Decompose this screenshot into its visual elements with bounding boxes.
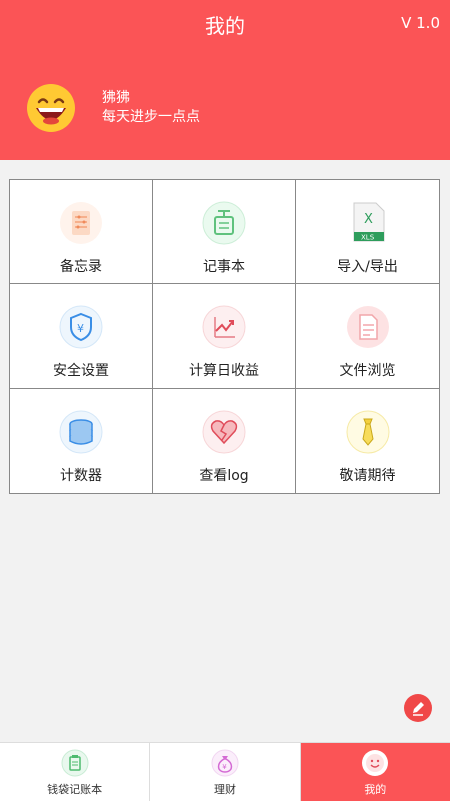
bottom-tab-bar: 钱袋记账本 ¥ 理财 我的	[0, 742, 450, 801]
chart-icon	[202, 305, 246, 349]
grid-item-counter[interactable]: 计数器	[10, 388, 153, 493]
grid-item-label: 记事本	[203, 259, 245, 275]
tab-label: 理财	[213, 783, 236, 796]
header: 我的 V 1.0 狒狒 每天进步一点点	[0, 0, 450, 160]
grid-item-memo[interactable]: 备忘录	[10, 180, 153, 285]
tab-label: 我的	[364, 783, 387, 796]
user-motto: 每天进步一点点	[102, 109, 200, 125]
document-icon	[346, 305, 390, 349]
clipboard-icon	[61, 749, 89, 777]
grid-item-label: 安全设置	[53, 363, 109, 380]
memo-icon	[59, 201, 103, 245]
tab-ledger[interactable]: 钱袋记账本	[0, 743, 151, 801]
grid-item-import-export[interactable]: X XLS 导入/导出	[296, 180, 439, 285]
grid-item-label: 敬请期待	[339, 467, 396, 484]
grid-item-label: 计算日收益	[189, 363, 259, 380]
user-name: 狒狒	[102, 90, 130, 106]
coin-stack-icon	[59, 410, 103, 454]
grid-item-coming-soon[interactable]: 敬请期待	[296, 389, 439, 493]
grid-item-label: 计数器	[60, 467, 102, 484]
edit-pencil-icon	[413, 702, 424, 716]
svg-text:¥: ¥	[77, 322, 84, 335]
svg-text:X: X	[364, 212, 373, 227]
grid-item-security[interactable]: ¥ 安全设置	[10, 284, 153, 389]
grid-item-daily-yield[interactable]: 计算日收益	[153, 284, 296, 389]
grid-item-label: 文件浏览	[339, 363, 396, 380]
tab-finance[interactable]: ¥ 理财	[150, 743, 301, 801]
svg-text:XLS: XLS	[361, 234, 375, 242]
tab-label: 钱袋记账本	[47, 783, 103, 796]
grid-item-label: 导入/导出	[337, 259, 398, 275]
grid-item-notebook[interactable]: 记事本	[153, 180, 296, 285]
money-bag-icon: ¥	[211, 749, 239, 777]
page-title: 我的	[205, 14, 245, 38]
excel-xls-icon: X XLS	[346, 201, 390, 245]
avatar-icon	[361, 749, 389, 777]
feature-grid: 备忘录 记事本 X XLS 导入/导出 ¥ 安全设置 计算日收益 文件浏览 计数…	[9, 179, 440, 494]
smiley-face-icon	[28, 85, 74, 131]
avatar[interactable]	[27, 84, 75, 132]
tab-mine[interactable]: 我的	[300, 743, 450, 801]
tie-icon	[346, 410, 390, 454]
edit-button[interactable]	[404, 694, 432, 722]
grid-item-view-log[interactable]: 查看log	[153, 388, 296, 493]
grid-item-label: 备忘录	[60, 259, 102, 275]
svg-text:¥: ¥	[222, 763, 227, 771]
grid-item-label: 查看log	[199, 467, 249, 484]
broken-heart-icon	[202, 410, 246, 454]
version-label: V 1.0	[401, 14, 440, 32]
grid-item-file-browser[interactable]: 文件浏览	[296, 284, 439, 389]
notebook-icon	[202, 201, 246, 245]
shield-yen-icon: ¥	[59, 305, 103, 349]
